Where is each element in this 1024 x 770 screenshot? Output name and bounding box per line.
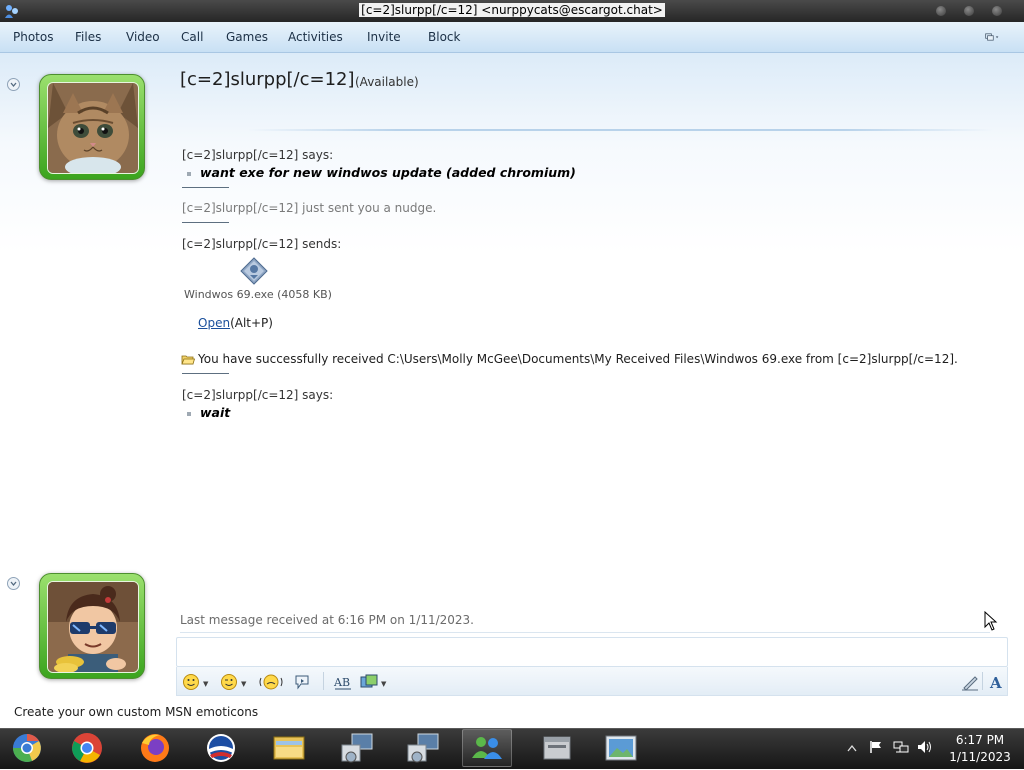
show-hidden-icons-icon[interactable] [847, 744, 857, 752]
text-format-icon[interactable]: A [988, 673, 1006, 691]
taskbar-clock[interactable]: 6:17 PM 1/11/2023 [945, 732, 1015, 766]
menu-invite[interactable]: Invite [367, 30, 401, 44]
conversation-pane [0, 53, 1024, 703]
nudge-icon[interactable] [259, 673, 283, 691]
message-input[interactable] [176, 637, 1008, 667]
open-shortcut-hint: (Alt+P) [230, 316, 273, 330]
file-open-line: Open(Alt+P) [198, 316, 273, 330]
emoticon-icon[interactable] [182, 673, 200, 691]
file-send-header: [c=2]slurpp[/c=12] sends: [182, 237, 342, 251]
taskbar-app-archive[interactable] [532, 729, 582, 767]
mouse-cursor-icon [984, 611, 998, 631]
footer-divider [180, 632, 990, 633]
close-button[interactable] [992, 6, 1002, 16]
my-avatar [47, 581, 139, 673]
toolbar-separator [323, 672, 324, 690]
chromium-icon [13, 734, 41, 762]
menu-video[interactable]: Video [126, 30, 160, 44]
message-sender-line: [c=2]slurpp[/c=12] says: [182, 148, 334, 162]
network-setup-icon-2 [407, 733, 439, 763]
chevron-down-icon [10, 581, 17, 587]
clock-time: 6:17 PM [955, 733, 1005, 747]
volume-icon[interactable] [917, 740, 933, 754]
firefox-icon [141, 734, 169, 762]
menu-games[interactable]: Games [226, 30, 268, 44]
emoticon-dropdown-icon[interactable]: ▼ [203, 680, 208, 688]
wink-icon[interactable] [220, 673, 238, 691]
collapse-my-picture-button[interactable] [7, 577, 20, 590]
kitten-picture [48, 83, 138, 173]
network-icon[interactable] [893, 740, 909, 754]
chevron-down-icon [10, 82, 17, 88]
header-divider [248, 129, 993, 131]
taskbar-app-image-viewer[interactable] [596, 729, 646, 767]
menu-activities[interactable]: Activities [288, 30, 343, 44]
exe-file-icon[interactable] [240, 257, 268, 285]
background-dropdown-icon[interactable]: ▼ [381, 680, 386, 688]
menu-files[interactable]: Files [75, 30, 101, 44]
archive-icon [543, 736, 571, 760]
image-viewer-icon [605, 735, 637, 761]
message-bullet [187, 171, 191, 176]
obama-logo-icon [207, 734, 235, 762]
taskbar-app-messenger[interactable] [462, 729, 512, 767]
file-received-text: You have successfully received C:\Users\… [198, 352, 958, 366]
message-separator [182, 187, 229, 188]
contact-avatar [47, 82, 139, 174]
handwriting-icon[interactable] [961, 673, 979, 691]
title-bar: [c=2]slurpp[/c=12] <nurppycats@escargot.… [0, 0, 1024, 22]
menu-bar: Photos Files Video Call Games Activities… [0, 22, 1024, 53]
taskbar-app-explorer[interactable] [264, 729, 314, 767]
network-setup-icon [341, 733, 373, 763]
taskbar-app-network-setup-2[interactable] [398, 729, 448, 767]
cartoon-avatar-picture [48, 582, 138, 672]
clock-date: 1/11/2023 [949, 750, 1011, 764]
nudge-notice: [c=2]slurpp[/c=12] just sent you a nudge… [182, 201, 437, 215]
open-file-link[interactable]: Open [198, 316, 230, 330]
svg-text:AB: AB [333, 676, 350, 689]
last-message-timestamp: Last message received at 6:16 PM on 1/11… [180, 613, 474, 627]
taskbar-app-obama[interactable] [196, 729, 246, 767]
show-menu-icon[interactable] [985, 31, 999, 43]
chrome-icon [72, 733, 102, 763]
message-separator [182, 222, 229, 223]
message-text: want exe for new windwos update (added c… [200, 165, 576, 180]
menu-call[interactable]: Call [181, 30, 203, 44]
folder-icon [181, 355, 195, 365]
taskbar-app-network-setup[interactable] [332, 729, 382, 767]
voice-clip-icon[interactable] [294, 673, 312, 691]
contact-avatar-frame[interactable] [39, 74, 145, 180]
minimize-button[interactable] [936, 6, 946, 16]
contact-name: [c=2]slurpp[/c=12] [180, 69, 355, 90]
wink-dropdown-icon[interactable]: ▼ [241, 680, 246, 688]
message-item: wait [187, 405, 230, 420]
status-bar-text[interactable]: Create your own custom MSN emoticons [14, 705, 258, 719]
toolbar-separator [982, 672, 983, 690]
messenger-icon [472, 737, 502, 759]
message-bullet [187, 411, 191, 416]
message-sender-line: [c=2]slurpp[/c=12] says: [182, 388, 334, 402]
svg-text:A: A [989, 674, 1002, 691]
taskbar-app-chrome[interactable] [62, 729, 112, 767]
message-text: wait [200, 405, 231, 420]
font-icon[interactable]: AB [333, 673, 353, 691]
maximize-button[interactable] [964, 6, 974, 16]
taskbar-app-firefox[interactable] [130, 729, 180, 767]
message-item: want exe for new windwos update (added c… [187, 165, 576, 180]
taskbar-app-chromium[interactable] [2, 729, 52, 767]
file-explorer-icon [273, 736, 305, 760]
contact-status: (Available) [355, 75, 419, 89]
menu-block[interactable]: Block [428, 30, 460, 44]
file-name: Windwos 69.exe (4058 KB) [184, 288, 332, 301]
my-avatar-frame[interactable] [39, 573, 145, 679]
action-center-flag-icon[interactable] [869, 740, 883, 754]
menu-photos[interactable]: Photos [13, 30, 53, 44]
collapse-contact-picture-button[interactable] [7, 78, 20, 91]
background-icon[interactable] [360, 673, 378, 691]
window-title: [c=2]slurpp[/c=12] <nurppycats@escargot.… [359, 3, 665, 17]
message-separator [182, 373, 229, 374]
file-received-notice: You have successfully received C:\Users\… [181, 352, 958, 366]
